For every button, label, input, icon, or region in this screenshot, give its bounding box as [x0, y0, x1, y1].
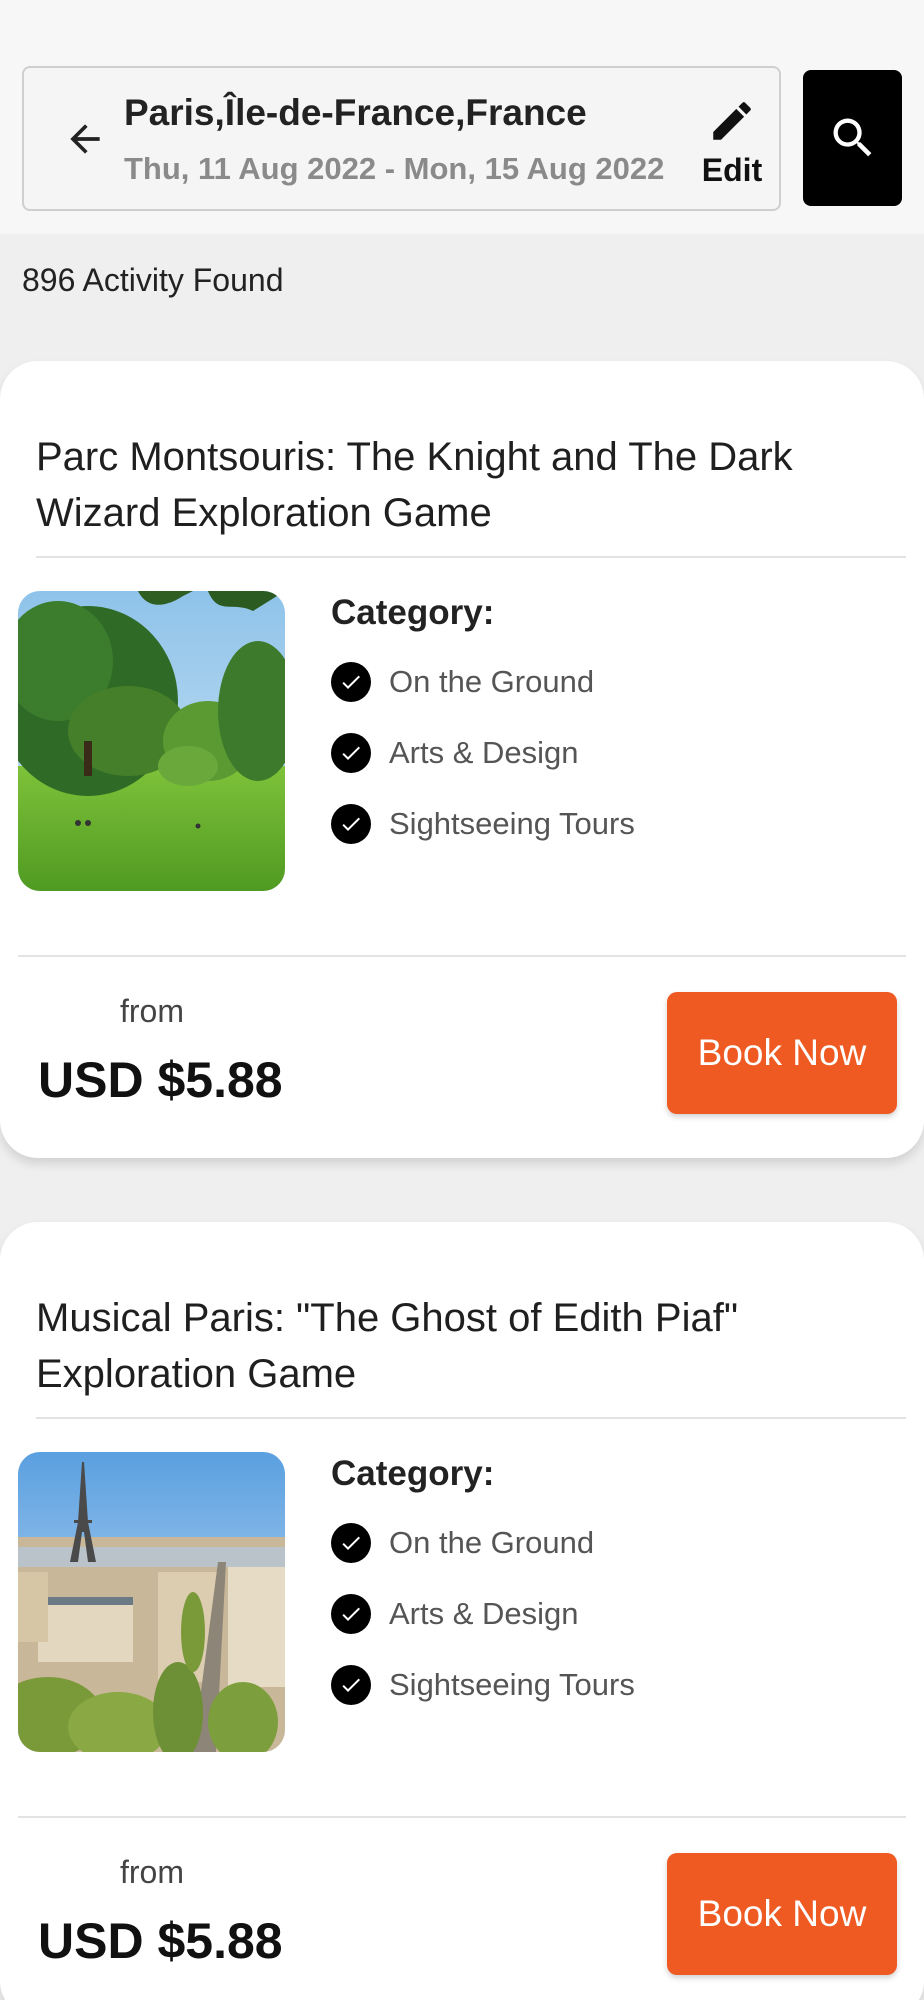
activity-card[interactable]: Parc Montsouris: The Knight and The Dark…	[0, 361, 924, 1158]
check-circle-icon	[331, 1523, 371, 1563]
divider	[36, 1417, 906, 1419]
category-label: Arts & Design	[389, 1596, 579, 1631]
check-circle-icon	[331, 733, 371, 773]
category-label: On the Ground	[389, 1525, 595, 1560]
category-label: On the Ground	[389, 664, 595, 699]
park-photo	[18, 591, 285, 891]
category-label: Sightseeing Tours	[389, 806, 635, 841]
divider	[18, 955, 906, 957]
category-item: Arts & Design	[331, 1592, 579, 1636]
divider	[18, 1816, 906, 1818]
category-heading: Category:	[331, 593, 495, 632]
category-label: Arts & Design	[389, 735, 579, 770]
book-now-button[interactable]: Book Now	[667, 1853, 897, 1975]
header-bar: Paris,Île-de-France,France Thu, 11 Aug 2…	[0, 0, 924, 234]
activity-image[interactable]	[18, 1452, 285, 1752]
price-from-label: from	[120, 993, 184, 1029]
category-item: Arts & Design	[331, 731, 579, 775]
activity-card[interactable]: Musical Paris: "The Ghost of Edith Piaf"…	[0, 1222, 924, 2000]
category-item: On the Ground	[331, 1521, 594, 1565]
arrow-left-icon	[70, 124, 100, 154]
activity-title[interactable]: Musical Paris: "The Ghost of Edith Piaf"…	[36, 1290, 896, 1402]
activity-image[interactable]	[18, 591, 285, 891]
location-title: Paris,Île-de-France,France	[124, 92, 587, 133]
price: USD $5.88	[38, 1052, 283, 1108]
book-now-button[interactable]: Book Now	[667, 992, 897, 1114]
back-button[interactable]	[50, 104, 120, 174]
result-count: 896 Activity Found	[22, 262, 284, 298]
divider	[36, 556, 906, 558]
check-circle-icon	[331, 1665, 371, 1705]
date-range: Thu, 11 Aug 2022 - Mon, 15 Aug 2022	[124, 151, 665, 186]
edit-button[interactable]: Edit	[692, 90, 772, 200]
category-label: Sightseeing Tours	[389, 1667, 635, 1702]
category-item: On the Ground	[331, 660, 594, 704]
check-circle-icon	[331, 804, 371, 844]
pencil-icon	[713, 102, 751, 140]
search-summary-box[interactable]: Paris,Île-de-France,France Thu, 11 Aug 2…	[22, 66, 781, 211]
activity-title[interactable]: Parc Montsouris: The Knight and The Dark…	[36, 429, 896, 541]
check-circle-icon	[331, 662, 371, 702]
paris-eiffel-tower-photo	[18, 1452, 285, 1752]
category-heading: Category:	[331, 1454, 495, 1493]
category-item: Sightseeing Tours	[331, 802, 635, 846]
search-button[interactable]	[803, 70, 902, 206]
search-icon	[833, 118, 871, 157]
edit-label: Edit	[701, 152, 763, 188]
price: USD $5.88	[38, 1913, 283, 1969]
price-from-label: from	[120, 1854, 184, 1890]
check-circle-icon	[331, 1594, 371, 1634]
category-item: Sightseeing Tours	[331, 1663, 635, 1707]
